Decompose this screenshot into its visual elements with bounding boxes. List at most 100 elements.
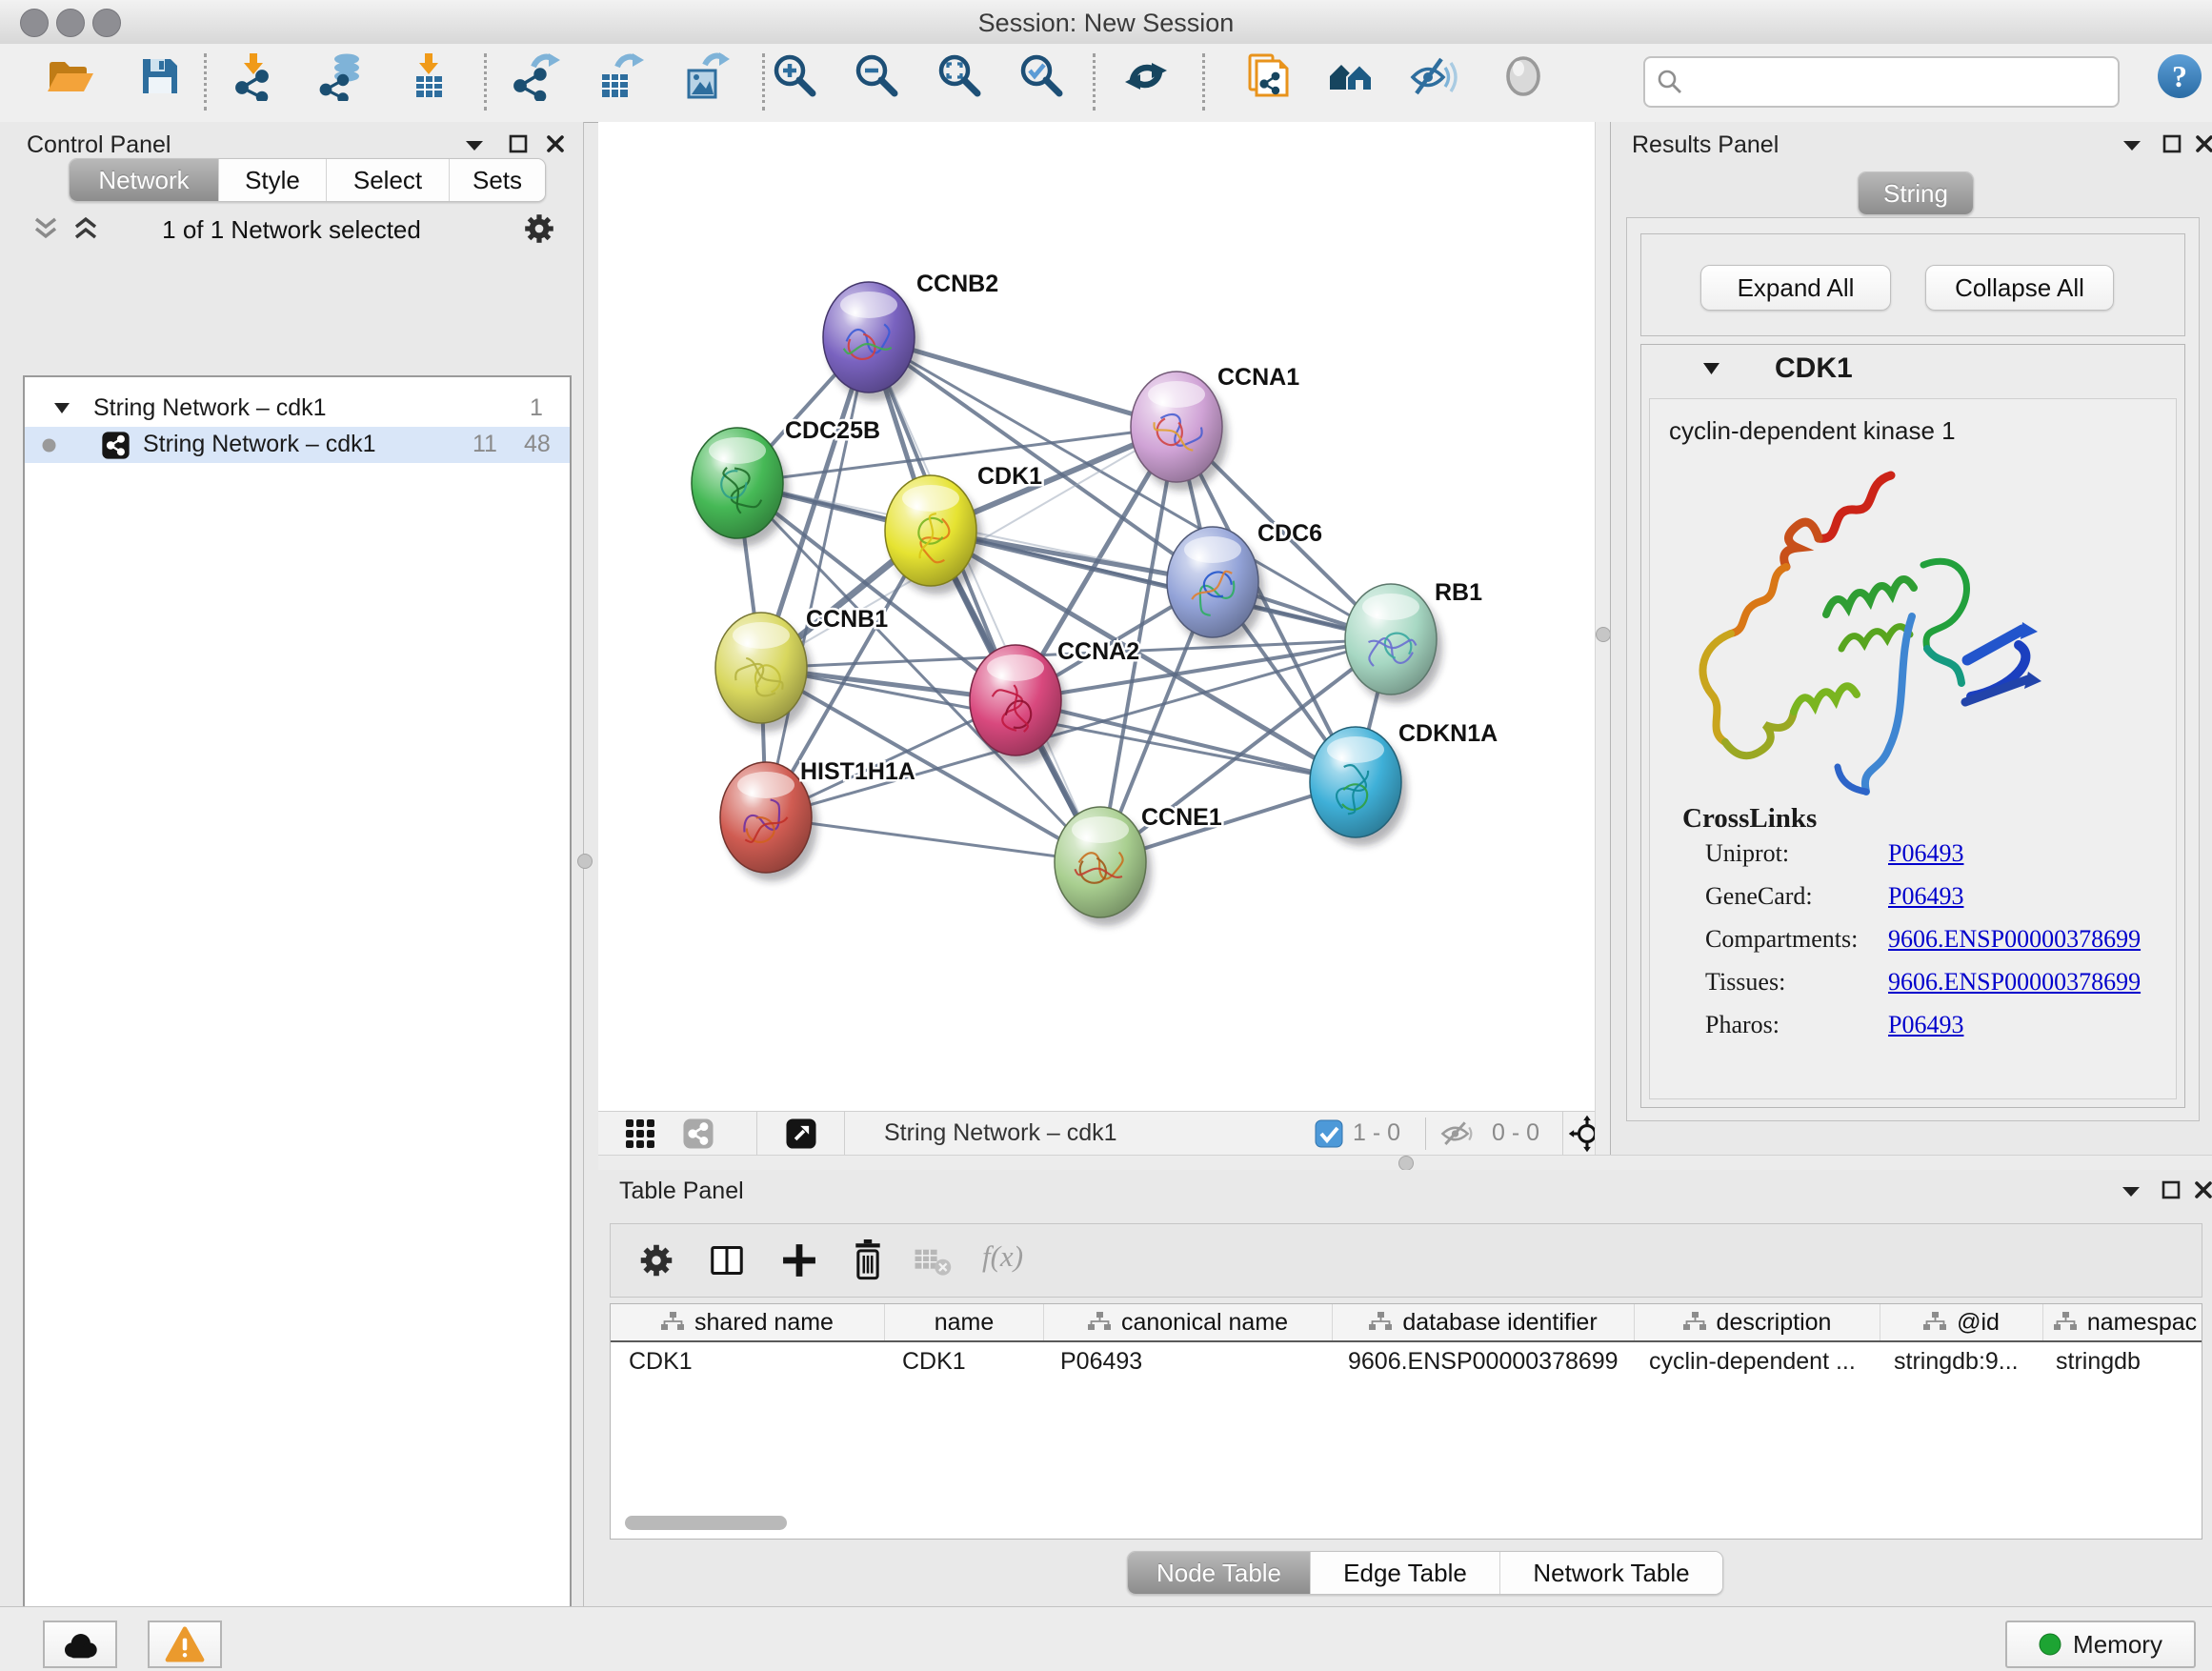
- save-session-icon[interactable]: [135, 51, 185, 101]
- network-canvas[interactable]: CCNB2 CCNA1 CDC25BCDK1 CDC6 RB1 CCNB1 CCNA2 CDK…: [598, 122, 1595, 1111]
- results-panel-float-icon[interactable]: [2162, 133, 2182, 154]
- zoom-out-icon[interactable]: [853, 51, 902, 101]
- column-header-@id[interactable]: @id: [1880, 1304, 2042, 1340]
- control-panel-float-icon[interactable]: [508, 133, 529, 154]
- crosslink-value-link[interactable]: 9606.ENSP00000378699: [1888, 925, 2141, 954]
- splitter-handle[interactable]: [1596, 627, 1611, 642]
- network-node-CDC6[interactable]: CDC6: [1167, 520, 1322, 646]
- selected-items-checkbox-icon[interactable]: [1315, 1119, 1343, 1148]
- tab-network-table[interactable]: Network Table: [1499, 1552, 1722, 1594]
- birds-eye-view-icon[interactable]: [625, 1118, 655, 1149]
- footer-separator: [756, 1112, 757, 1156]
- column-header-database-identifier[interactable]: database identifier: [1332, 1304, 1634, 1340]
- export-network-icon[interactable]: [511, 51, 560, 101]
- import-network-database-icon[interactable]: [316, 51, 366, 101]
- crosslink-value-link[interactable]: P06493: [1888, 839, 1963, 868]
- import-network-file-icon[interactable]: [231, 51, 280, 101]
- table-panel-float-icon[interactable]: [2161, 1179, 2182, 1200]
- splitter-handle[interactable]: [1398, 1156, 1414, 1171]
- network-node-CDKN1A[interactable]: CDKN1A: [1310, 720, 1498, 846]
- table-cell[interactable]: stringdb: [2038, 1348, 2202, 1376]
- string-network-graph[interactable]: CCNB2 CCNA1 CDC25BCDK1 CDC6 RB1 CCNB1 CCNA2 CDK…: [598, 122, 1595, 1111]
- table-cell[interactable]: 9606.ENSP00000378699: [1330, 1348, 1631, 1376]
- network-node-CCNE1[interactable]: CCNE1: [1055, 804, 1222, 926]
- show-columns-icon[interactable]: [706, 1239, 748, 1281]
- network-node-CDK1[interactable]: CDK1: [885, 463, 1042, 594]
- open-view-icon[interactable]: [785, 1117, 817, 1150]
- table-row[interactable]: CDK1CDK1P064939606.ENSP00000378699cyclin…: [611, 1342, 2202, 1380]
- results-panel-menu-icon[interactable]: [2122, 139, 2142, 152]
- network-row-selected[interactable]: String Network – cdk1 11 48: [25, 427, 570, 463]
- tab-network[interactable]: Network: [70, 159, 218, 201]
- help-icon[interactable]: ?: [2155, 51, 2204, 101]
- toolbar-separator: [762, 53, 765, 111]
- zoom-in-icon[interactable]: [771, 51, 820, 101]
- memory-button[interactable]: Memory: [2005, 1621, 2196, 1668]
- zoom-fit-icon[interactable]: [935, 51, 985, 101]
- function-builder-icon[interactable]: f(x): [982, 1239, 1023, 1274]
- network-node-CCNB2[interactable]: CCNB2: [823, 271, 998, 401]
- network-node-CCNA1[interactable]: CCNA1: [1131, 364, 1299, 491]
- import-table-icon[interactable]: [404, 51, 453, 101]
- horizontal-scrollbar-thumb[interactable]: [625, 1516, 787, 1530]
- search-input[interactable]: [1693, 62, 2106, 100]
- control-panel-menu-icon[interactable]: [464, 139, 485, 152]
- network-edge[interactable]: [766, 337, 869, 817]
- table-cell[interactable]: cyclin-dependent ...: [1631, 1348, 1876, 1376]
- tab-node-table[interactable]: Node Table: [1128, 1552, 1310, 1594]
- network-node-RB1[interactable]: RB1: [1345, 579, 1482, 703]
- zoom-selected-icon[interactable]: [1017, 51, 1067, 101]
- collection-expander-icon[interactable]: [53, 402, 70, 414]
- table-cell[interactable]: CDK1: [611, 1348, 884, 1376]
- open-file-icon[interactable]: [46, 51, 95, 101]
- show-graphics-details-icon[interactable]: [1498, 51, 1548, 101]
- tab-edge-table[interactable]: Edge Table: [1310, 1552, 1499, 1594]
- tab-style[interactable]: Style: [218, 159, 326, 201]
- node-label-CDC6: CDC6: [1257, 520, 1322, 547]
- search-field[interactable]: [1643, 56, 2120, 108]
- control-panel-close-icon[interactable]: [545, 133, 566, 154]
- network-node-HIST1H1A[interactable]: HIST1H1A: [720, 758, 915, 881]
- table-options-gear-icon[interactable]: [635, 1239, 677, 1281]
- delete-table-icon[interactable]: [914, 1245, 952, 1278]
- results-panel-close-icon[interactable]: [2194, 133, 2212, 154]
- column-header-canonical-name[interactable]: canonical name: [1043, 1304, 1332, 1340]
- table-cell[interactable]: CDK1: [884, 1348, 1042, 1376]
- return-home-icon[interactable]: [1326, 51, 1376, 101]
- table-cell[interactable]: stringdb:9...: [1876, 1348, 2038, 1376]
- export-image-icon[interactable]: [680, 51, 730, 101]
- delete-column-icon[interactable]: [847, 1238, 889, 1283]
- table-cell[interactable]: P06493: [1042, 1348, 1330, 1376]
- warning-status-button[interactable]: [148, 1621, 222, 1668]
- network-node-CCNB1[interactable]: CCNB1: [715, 606, 888, 732]
- network-collection-row[interactable]: String Network – cdk1 1: [25, 391, 570, 427]
- tab-select[interactable]: Select: [326, 159, 449, 201]
- tab-sets[interactable]: Sets: [449, 159, 545, 201]
- column-header-name[interactable]: name: [884, 1304, 1043, 1340]
- column-header-namespac[interactable]: namespac: [2042, 1304, 2202, 1340]
- table-panel-menu-icon[interactable]: [2121, 1185, 2142, 1198]
- column-header-shared-name[interactable]: shared name: [611, 1304, 884, 1340]
- tab-string[interactable]: String: [1859, 172, 1973, 214]
- crosslink-value-link[interactable]: 9606.ENSP00000378699: [1888, 968, 2141, 997]
- column-header-description[interactable]: description: [1634, 1304, 1880, 1340]
- export-table-icon[interactable]: [594, 51, 644, 101]
- collapse-all-button[interactable]: Collapse All: [1925, 265, 2114, 311]
- entry-expander-icon[interactable]: [1702, 362, 1720, 375]
- crosslink-value-link[interactable]: P06493: [1888, 1011, 1963, 1039]
- table-panel-close-icon[interactable]: [2193, 1179, 2212, 1200]
- network-overview-icon[interactable]: [682, 1117, 714, 1150]
- expand-all-button[interactable]: Expand All: [1700, 265, 1891, 311]
- create-column-icon[interactable]: [778, 1239, 820, 1281]
- annotations-icon[interactable]: [1243, 51, 1293, 101]
- network-node-CCNA2[interactable]: CCNA2: [970, 638, 1139, 764]
- refresh-layout-icon[interactable]: [1121, 51, 1171, 101]
- hide-graphics-details-icon[interactable]: [1409, 51, 1458, 101]
- splitter-handle[interactable]: [577, 854, 593, 869]
- network-list: String Network – cdk1 1 String Network –…: [23, 375, 572, 1671]
- entry-name[interactable]: CDK1: [1775, 352, 1853, 385]
- crosslink-value-link[interactable]: P06493: [1888, 882, 1963, 911]
- network-node-CDC25B[interactable]: CDC25B: [692, 417, 880, 547]
- cloud-status-button[interactable]: [43, 1621, 117, 1668]
- network-options-gear-icon[interactable]: [520, 210, 558, 248]
